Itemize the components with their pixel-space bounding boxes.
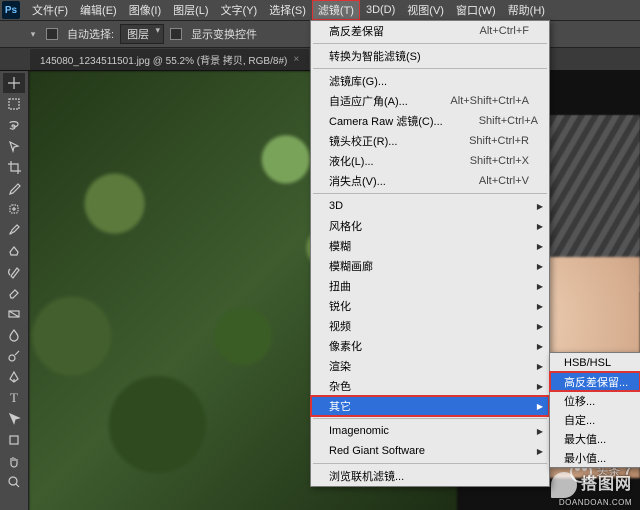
quick-select-tool[interactable]	[3, 136, 25, 156]
filter-pixelate[interactable]: 像素化	[311, 336, 549, 356]
other-custom[interactable]: 自定...	[550, 410, 640, 429]
menu-edit[interactable]: 编辑(E)	[74, 0, 123, 20]
path-select-tool[interactable]	[3, 409, 25, 429]
crop-tool[interactable]	[3, 157, 25, 177]
ps-logo-icon: Ps	[2, 1, 20, 19]
zoom-tool[interactable]	[3, 472, 25, 492]
toolbox: T	[0, 71, 29, 510]
brush-tool[interactable]	[3, 220, 25, 240]
move-tool-icon	[6, 27, 20, 41]
filter-video[interactable]: 视频	[311, 316, 549, 336]
filter-blur-gallery[interactable]: 模糊画廊	[311, 256, 549, 276]
filter-gallery[interactable]: 滤镜库(G)...	[311, 71, 549, 91]
filter-render[interactable]: 渲染	[311, 356, 549, 376]
filter-lens-correction[interactable]: 镜头校正(R)...Shift+Ctrl+R	[311, 131, 549, 151]
show-transform-label: 显示变换控件	[191, 26, 257, 42]
document-tab-title: 145080_1234511501.jpg @ 55.2% (背景 拷贝, RG…	[40, 52, 287, 67]
menu-window[interactable]: 窗口(W)	[450, 0, 502, 20]
filter-vanishing-point[interactable]: 消失点(V)...Alt+Ctrl+V	[311, 171, 549, 191]
menu-file[interactable]: 文件(F)	[26, 0, 74, 20]
auto-select-checkbox[interactable]	[46, 28, 61, 40]
menubar: Ps 文件(F) 编辑(E) 图像(I) 图层(L) 文字(Y) 选择(S) 滤…	[0, 0, 640, 21]
filter-3d[interactable]: 3D	[311, 196, 549, 216]
other-minimum[interactable]: 最小值...	[550, 448, 640, 467]
menu-help[interactable]: 帮助(H)	[502, 0, 551, 20]
type-tool[interactable]: T	[3, 388, 25, 408]
filter-noise[interactable]: 杂色	[311, 376, 549, 396]
clone-stamp-tool[interactable]	[3, 241, 25, 261]
marquee-tool[interactable]	[3, 94, 25, 114]
close-tab-icon[interactable]: ×	[293, 54, 299, 65]
other-high-pass[interactable]: 高反差保留...	[550, 372, 640, 391]
menu-type[interactable]: 文字(Y)	[215, 0, 264, 20]
watermark-primary: 搭图网 DOANDOAN.COM	[551, 470, 632, 507]
auto-select-label: 自动选择:	[67, 26, 114, 42]
blur-tool[interactable]	[3, 325, 25, 345]
move-tool[interactable]	[3, 73, 25, 93]
filter-blur[interactable]: 模糊	[311, 236, 549, 256]
eyedropper-tool[interactable]	[3, 178, 25, 198]
menu-3d[interactable]: 3D(D)	[360, 2, 401, 18]
filter-sharpen[interactable]: 锐化	[311, 296, 549, 316]
filter-browse-online[interactable]: 浏览联机滤镜...	[311, 466, 549, 486]
pen-tool[interactable]	[3, 367, 25, 387]
other-hsb-hsl[interactable]: HSB/HSL	[550, 353, 640, 372]
lasso-tool[interactable]	[3, 115, 25, 135]
menu-image[interactable]: 图像(I)	[123, 0, 167, 20]
preset-chevron-icon[interactable]: ▾	[26, 27, 40, 41]
hand-tool[interactable]	[3, 451, 25, 471]
auto-select-mode-dropdown[interactable]: 图层	[120, 24, 164, 44]
history-brush-tool[interactable]	[3, 262, 25, 282]
filter-adaptive-wide-angle[interactable]: 自适应广角(A)...Alt+Shift+Ctrl+A	[311, 91, 549, 111]
filter-other[interactable]: 其它	[311, 396, 549, 416]
menu-select[interactable]: 选择(S)	[263, 0, 312, 20]
eraser-tool[interactable]	[3, 283, 25, 303]
filter-stylize[interactable]: 风格化	[311, 216, 549, 236]
healing-brush-tool[interactable]	[3, 199, 25, 219]
filter-menu: 高反差保留 Alt+Ctrl+F 转换为智能滤镜(S) 滤镜库(G)... 自适…	[310, 20, 550, 487]
menu-filter[interactable]: 滤镜(T)	[312, 0, 360, 20]
show-transform-checkbox[interactable]	[170, 28, 185, 40]
filter-liquify[interactable]: 液化(L)...Shift+Ctrl+X	[311, 151, 549, 171]
dodge-tool[interactable]	[3, 346, 25, 366]
other-maximum[interactable]: 最大值...	[550, 429, 640, 448]
filter-imagenomic[interactable]: Imagenomic	[311, 421, 549, 441]
filter-camera-raw[interactable]: Camera Raw 滤镜(C)...Shift+Ctrl+A	[311, 111, 549, 131]
other-offset[interactable]: 位移...	[550, 391, 640, 410]
filter-last[interactable]: 高反差保留 Alt+Ctrl+F	[311, 21, 549, 41]
filter-red-giant[interactable]: Red Giant Software	[311, 441, 549, 461]
document-tab[interactable]: 145080_1234511501.jpg @ 55.2% (背景 拷贝, RG…	[30, 49, 309, 70]
shape-tool[interactable]	[3, 430, 25, 450]
filter-other-submenu: HSB/HSL 高反差保留... 位移... 自定... 最大值... 最小值.…	[549, 352, 640, 468]
menu-view[interactable]: 视图(V)	[401, 0, 450, 20]
menu-layer[interactable]: 图层(L)	[167, 0, 214, 20]
gradient-tool[interactable]	[3, 304, 25, 324]
filter-convert-smart[interactable]: 转换为智能滤镜(S)	[311, 46, 549, 66]
filter-distort[interactable]: 扭曲	[311, 276, 549, 296]
